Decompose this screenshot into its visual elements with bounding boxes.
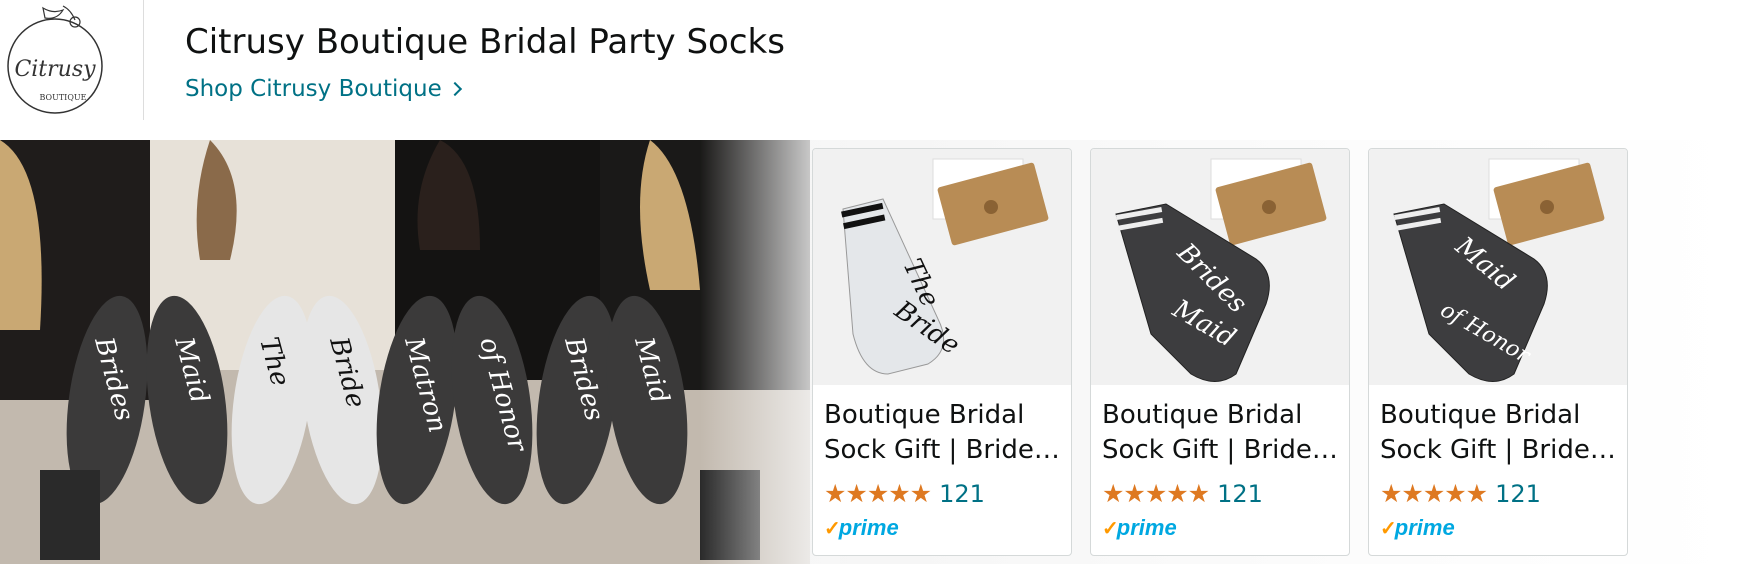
rating-count[interactable]: 121 xyxy=(1217,480,1263,508)
product-rating[interactable]: ★★★★★ 121 xyxy=(824,479,985,509)
prime-badge: ✓ prime xyxy=(824,515,899,541)
hero-image[interactable]: Brides Maid The Bride Matron of Honor Brides Ma… xyxy=(0,140,810,564)
hero-sock-cuff xyxy=(40,470,100,560)
product-title[interactable]: Boutique Bridal Sock Gift | Bride… xyxy=(1102,398,1342,468)
product-title[interactable]: Boutique Bridal Sock Gift | Bride… xyxy=(1380,398,1620,468)
product-image[interactable]: Brides Maid xyxy=(1091,149,1349,385)
brand-title: Citrusy Boutique Bridal Party Socks xyxy=(185,22,785,62)
product-card[interactable]: The Bride Boutique Bridal Sock Gift | Br… xyxy=(812,148,1072,556)
brand-logo[interactable]: Citrusy BOUTIQUE xyxy=(0,0,110,120)
shop-brand-link[interactable]: Shop Citrusy Boutique xyxy=(185,76,462,102)
product-card[interactable]: Maid of Honor Boutique Bridal Sock Gift … xyxy=(1368,148,1628,556)
five-star-rating-icon: ★★★★★ xyxy=(824,480,932,508)
header-divider xyxy=(143,0,144,120)
product-rating[interactable]: ★★★★★ 121 xyxy=(1102,479,1263,509)
prime-label: prime xyxy=(1116,515,1177,540)
prime-label: prime xyxy=(1394,515,1455,540)
product-card[interactable]: Brides Maid Boutique Bridal Sock Gift | … xyxy=(1090,148,1350,556)
logo-subtext: BOUTIQUE xyxy=(40,93,87,102)
shop-brand-link-label: Shop Citrusy Boutique xyxy=(185,76,442,102)
brand-header: Citrusy BOUTIQUE Citrusy Boutique Bridal… xyxy=(0,0,1742,130)
rating-count[interactable]: 121 xyxy=(939,480,985,508)
rating-count[interactable]: 121 xyxy=(1495,480,1541,508)
logo-text: Citrusy xyxy=(14,57,96,82)
chevron-right-icon xyxy=(447,81,462,97)
five-star-rating-icon: ★★★★★ xyxy=(1102,480,1210,508)
product-image[interactable]: Maid of Honor xyxy=(1369,149,1627,385)
five-star-rating-icon: ★★★★★ xyxy=(1380,480,1488,508)
prime-badge: ✓ prime xyxy=(1380,515,1455,541)
prime-badge: ✓ prime xyxy=(1102,515,1177,541)
product-image[interactable]: The Bride xyxy=(813,149,1071,385)
product-title[interactable]: Boutique Bridal Sock Gift | Bride… xyxy=(824,398,1064,468)
prime-label: prime xyxy=(838,515,899,540)
product-rating[interactable]: ★★★★★ 121 xyxy=(1380,479,1541,509)
